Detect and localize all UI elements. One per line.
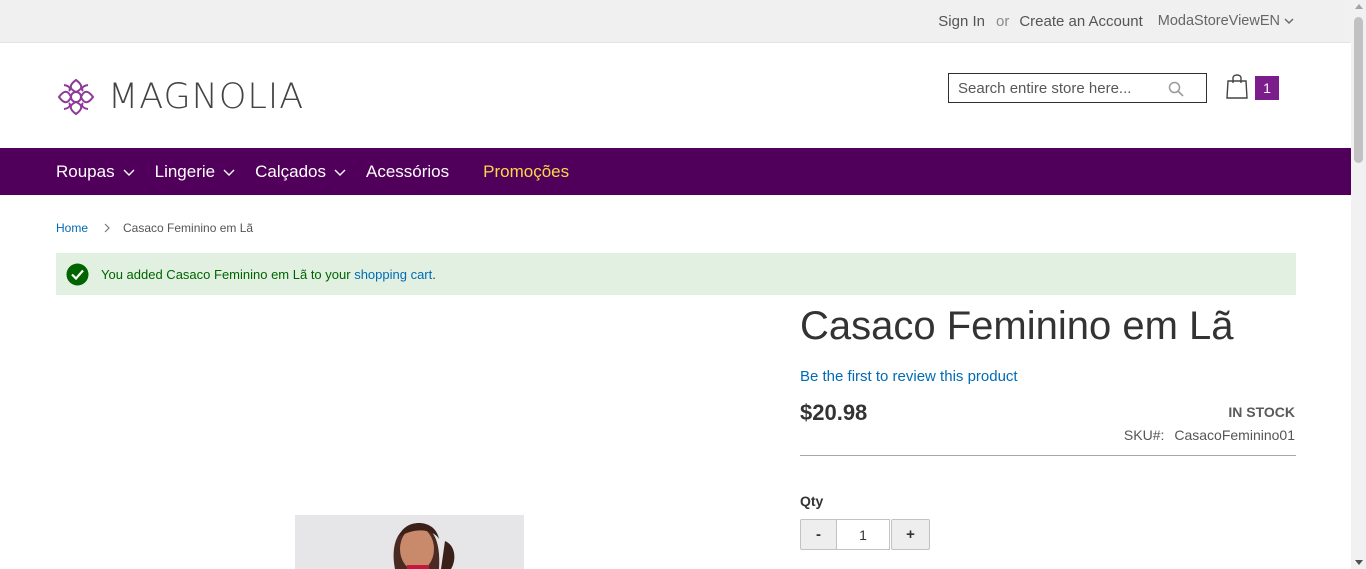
sku-value: CasacoFeminino01	[1174, 427, 1295, 443]
page-scrollbar[interactable]	[1351, 0, 1366, 569]
mini-cart[interactable]: 1	[1226, 72, 1286, 104]
nav-item-calcados[interactable]: Calçados	[255, 162, 346, 182]
top-utility-bar: Sign In or Create an Account ModaStoreVi…	[0, 0, 1351, 43]
chevron-down-icon	[223, 169, 235, 176]
product-price: $20.98	[800, 400, 868, 425]
message-text-end: .	[432, 266, 436, 282]
scrollbar-thumb[interactable]	[1354, 17, 1363, 163]
success-message: You added Casaco Feminino em Lã to your …	[56, 253, 1296, 295]
shopping-cart-link[interactable]: shopping cart	[354, 267, 432, 282]
breadcrumb-home-link[interactable]: Home	[56, 221, 88, 235]
breadcrumb: Home Casaco Feminino em Lã	[56, 221, 253, 235]
divider	[800, 455, 1296, 456]
nav-item-label: Calçados	[255, 161, 326, 181]
cart-counter-badge: 1	[1255, 76, 1279, 100]
search-icon[interactable]	[1168, 81, 1184, 97]
chevron-down-icon	[334, 169, 346, 176]
qty-increase-button[interactable]: +	[891, 519, 930, 550]
nav-item-promocoes[interactable]: Promoções	[483, 162, 569, 182]
qty-label: Qty	[800, 493, 824, 509]
store-switcher[interactable]: ModaStoreViewEN	[1158, 13, 1294, 29]
search-box	[948, 73, 1207, 103]
qty-decrease-button[interactable]: -	[800, 519, 837, 550]
chevron-down-icon	[123, 169, 135, 176]
stock-status: IN STOCK	[1228, 404, 1295, 420]
product-photo-illustration	[295, 515, 524, 569]
nav-item-label: Promoções	[483, 161, 570, 181]
sku-label: SKU#:	[1123, 427, 1165, 443]
chevron-right-icon	[104, 223, 110, 233]
store-switcher-label: ModaStoreViewEN	[1157, 13, 1280, 29]
search-input[interactable]	[949, 74, 1168, 102]
product-sku: SKU#: CasacoFeminino01	[1124, 427, 1295, 443]
breadcrumb-current: Casaco Feminino em Lã	[123, 221, 254, 235]
product-image[interactable]	[295, 515, 524, 569]
scroll-down-arrow-icon[interactable]	[1355, 560, 1363, 565]
magnolia-flower-logo-icon	[57, 78, 95, 116]
nav-item-label: Acessórios	[365, 161, 450, 181]
nav-item-label: Roupas	[56, 161, 115, 181]
logo-text: MAGNOLIA	[108, 77, 305, 117]
header-links: Sign In or Create an Account ModaStoreVi…	[938, 0, 1294, 42]
shopping-bag-icon	[1226, 74, 1248, 99]
check-circle-icon	[66, 263, 89, 285]
nav-item-roupas[interactable]: Roupas	[56, 162, 135, 182]
or-separator: or	[995, 12, 1010, 30]
scroll-up-arrow-icon[interactable]	[1355, 4, 1363, 9]
nav-item-label: Lingerie	[154, 161, 216, 181]
create-account-link[interactable]: Create an Account	[1019, 13, 1142, 30]
nav-item-acessorios[interactable]: Acessórios	[366, 162, 449, 182]
sign-in-link[interactable]: Sign In	[938, 13, 985, 30]
nav-item-lingerie[interactable]: Lingerie	[155, 162, 236, 182]
review-link[interactable]: Be the first to review this product	[800, 368, 1018, 385]
qty-input[interactable]	[836, 519, 890, 550]
chevron-down-icon	[1284, 18, 1294, 24]
store-logo[interactable]: MAGNOLIA	[56, 77, 304, 117]
product-title: Casaco Feminino em Lã	[800, 304, 1234, 348]
main-navigation: Roupas Lingerie Calçados Acessórios Prom…	[0, 148, 1351, 195]
message-text: You added Casaco Feminino em Lã to your	[101, 266, 355, 282]
